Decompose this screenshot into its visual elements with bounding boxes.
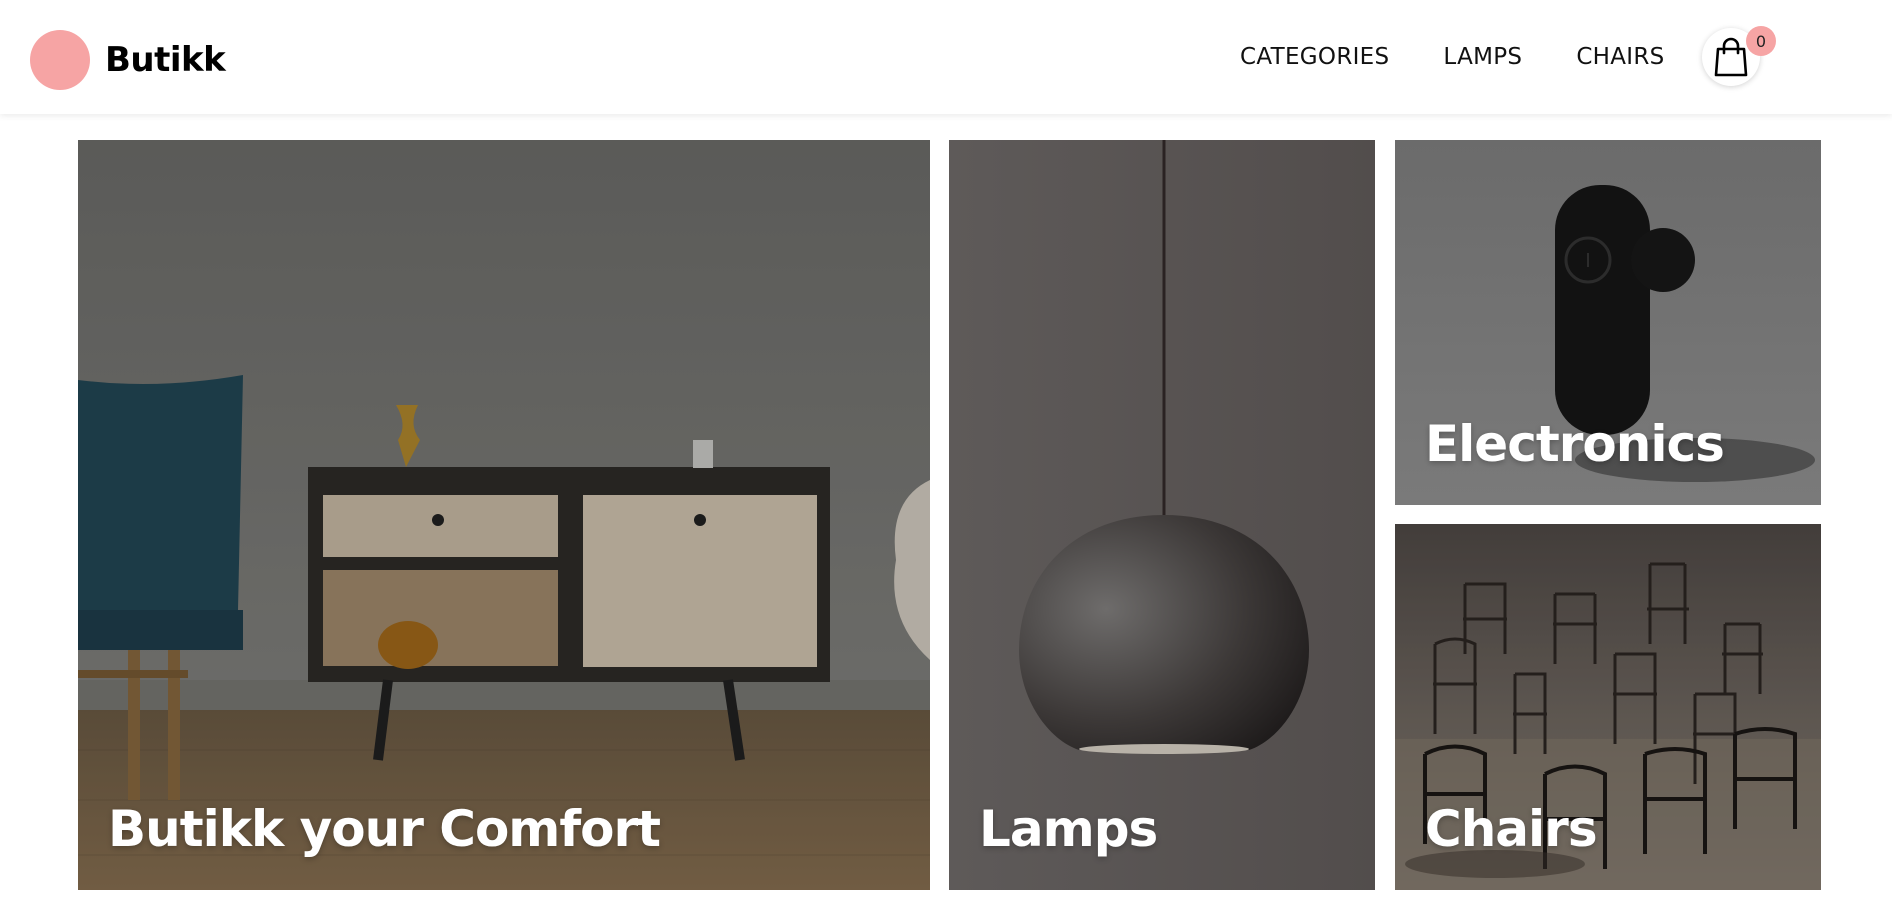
brand-name: Butikk <box>105 40 226 80</box>
brand-logo-circle <box>30 30 90 90</box>
electronics-tile[interactable]: Electronics <box>1395 140 1821 505</box>
cart-button[interactable]: 0 <box>1702 26 1776 86</box>
electronics-title: Electronics <box>1425 415 1725 473</box>
lamps-image <box>949 140 1375 890</box>
site-header: Butikk CATEGORIES LAMPS CHAIRS 0 <box>0 0 1892 114</box>
nav-categories[interactable]: CATEGORIES <box>1240 44 1389 70</box>
shopping-bag-icon <box>1714 37 1748 77</box>
cart-count-badge: 0 <box>1746 26 1776 56</box>
lamps-title: Lamps <box>979 800 1158 858</box>
chairs-title: Chairs <box>1425 800 1598 858</box>
brand-logo[interactable]: Butikk <box>30 30 226 90</box>
lamps-tile[interactable]: Lamps <box>949 140 1375 890</box>
hero-title: Butikk your Comfort <box>108 800 661 858</box>
main-nav: CATEGORIES LAMPS CHAIRS <box>1240 44 1665 70</box>
hero-tile[interactable]: Butikk your Comfort <box>78 140 930 890</box>
nav-chairs[interactable]: CHAIRS <box>1576 44 1664 70</box>
hero-image <box>78 140 930 890</box>
nav-lamps[interactable]: LAMPS <box>1443 44 1522 70</box>
chairs-tile[interactable]: Chairs <box>1395 524 1821 890</box>
